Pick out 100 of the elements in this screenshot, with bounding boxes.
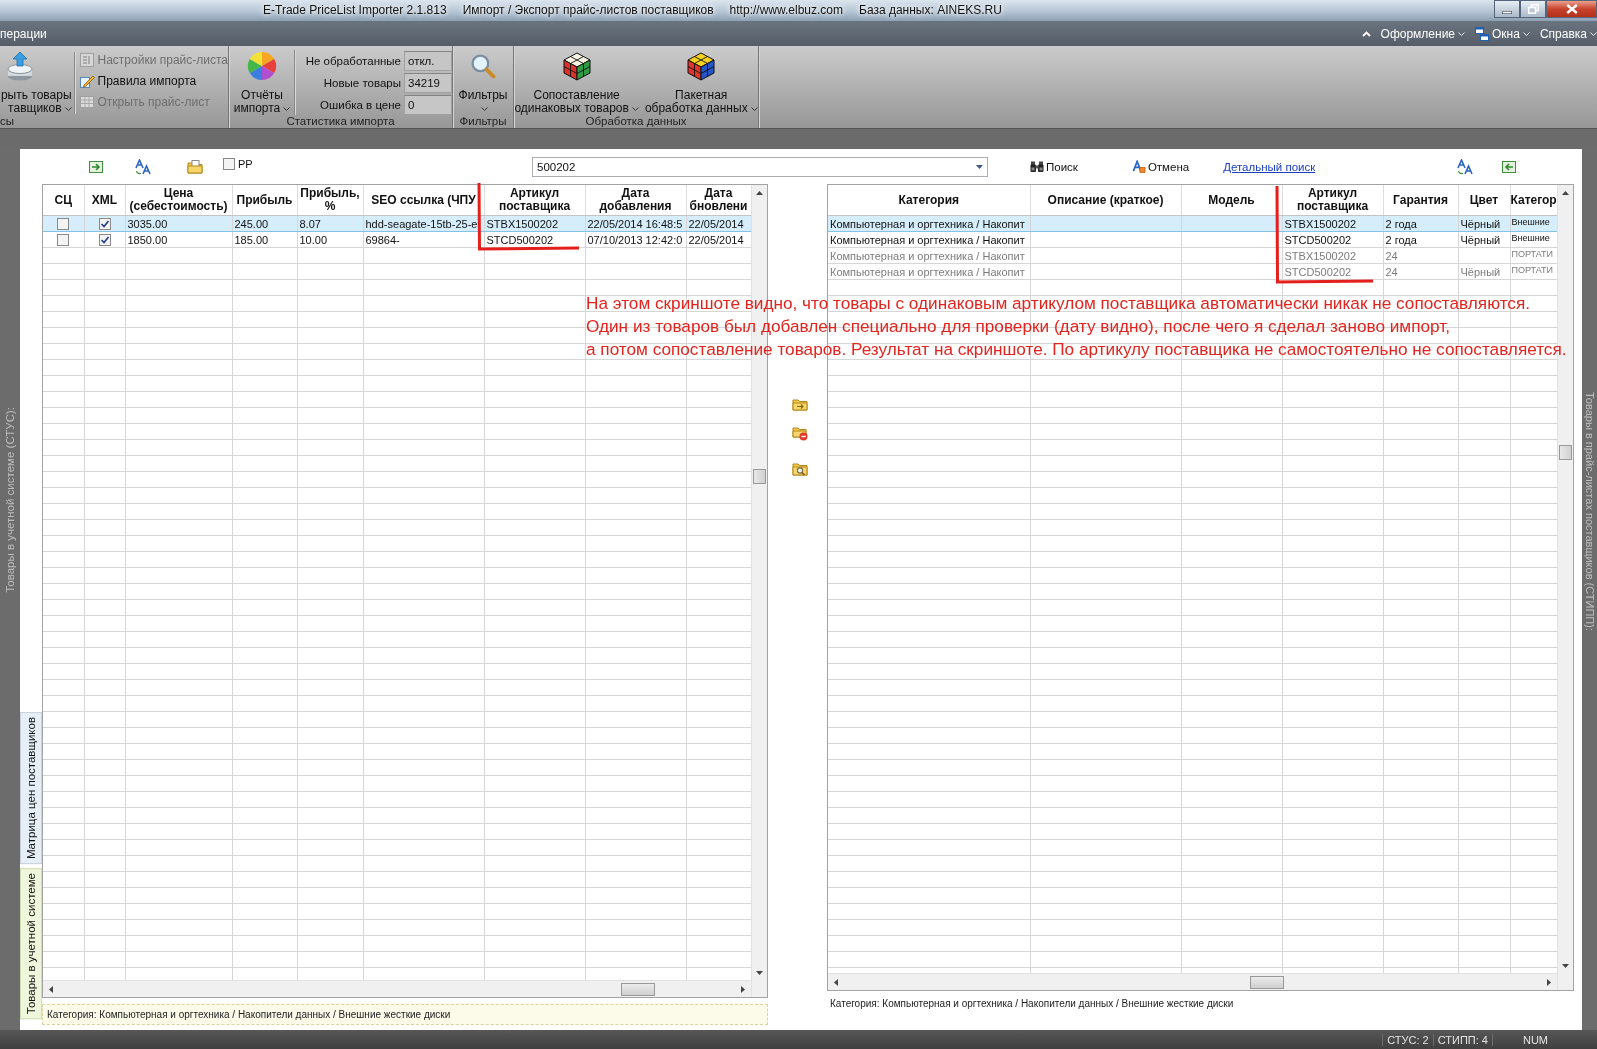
side-tab[interactable]: Матрица цен поставщиков	[20, 711, 42, 864]
column-header[interactable]: SEO ссылка (ЧПУ	[363, 185, 484, 216]
window-title: E-Trade PriceList Importer 2.1.813	[263, 3, 447, 17]
sheet-icon	[78, 52, 95, 68]
table-cell: STCD500202	[1282, 231, 1383, 248]
detailed-search-link[interactable]: Детальный поиск	[1223, 160, 1316, 173]
restore-icon	[1527, 4, 1539, 14]
checkbox-label[interactable]: РР	[238, 157, 253, 170]
toolbar-button[interactable]: Отмена	[1131, 160, 1190, 173]
arrow-box-icon[interactable]	[1501, 158, 1518, 175]
table-row[interactable]: Компьютерная и оргтехника / Накопит STBX1500202 24 ПОРТАТИ	[828, 247, 1557, 264]
annotation-text: а потом сопоставление товаров. Результат на скриншоте. По артикулу поставщика не самостоятельно не сопоставляется.	[586, 338, 1567, 361]
column-header[interactable]: Дата добавления	[585, 185, 686, 216]
table-row[interactable]: Компьютерная и оргтехника / Накопит STBX1500202 2 года Чёрный Внешние	[828, 215, 1557, 232]
column-header[interactable]: Модель	[1181, 185, 1282, 216]
folder-icon[interactable]	[791, 396, 808, 412]
column-header[interactable]: Описание (краткое)	[1030, 185, 1181, 216]
scrollbar-thumb[interactable]	[753, 469, 766, 484]
menu-button[interactable]: Справка	[1539, 23, 1597, 44]
font-icon[interactable]	[135, 158, 151, 175]
status-text: СТУС: 2	[1382, 1033, 1433, 1046]
table-cell: 07/10/2013 12:42:0	[585, 231, 686, 248]
checkbox[interactable]	[57, 233, 70, 246]
column-header[interactable]: Артикул поставщика	[484, 185, 585, 216]
table-cell: 1850.00	[125, 231, 232, 248]
column-header[interactable]: СЦ	[43, 185, 84, 216]
status-text: СТИПП: 4	[1432, 1033, 1492, 1046]
scroll-left-icon[interactable]	[49, 985, 53, 993]
checkbox[interactable]	[98, 217, 111, 230]
pie-chart-icon	[247, 51, 277, 81]
scrollbar-thumb[interactable]	[621, 982, 655, 996]
table-row[interactable]: 3035.00 245.00 8.07 hdd-seagate-15tb-25-e STBX1500202 22/05/2014 16:48:5 22/05/2014	[43, 215, 751, 232]
checkbox[interactable]	[57, 217, 70, 230]
ribbon-button[interactable]: рыть товары тавщиков	[0, 50, 72, 115]
scroll-down-icon[interactable]	[756, 971, 763, 975]
menu-button[interactable]: Оформление	[1380, 23, 1466, 44]
table-cell: 69864-	[363, 231, 484, 248]
group-label: Обработка данных	[584, 115, 688, 128]
table-cell: STCD500202	[484, 231, 585, 248]
table-cell: Чёрный	[1458, 263, 1510, 280]
scroll-left-icon[interactable]	[834, 978, 838, 986]
checkbox[interactable]	[98, 233, 111, 246]
column-header[interactable]: Гарантия	[1383, 185, 1458, 216]
column-header[interactable]: Артикул поставщика	[1282, 185, 1383, 216]
column-header[interactable]: Прибыль	[232, 185, 297, 216]
dropdown-icon[interactable]	[976, 164, 983, 169]
ribbon-button[interactable]: Фильтры	[455, 50, 511, 115]
stat-value-field: 0	[404, 94, 452, 115]
stat-label: Ошибка в цене	[319, 98, 402, 111]
collapse-icon[interactable]	[1361, 30, 1371, 37]
group-label: Статистика импорта	[285, 115, 396, 128]
search-field[interactable]: 500202	[532, 156, 988, 177]
arrow-box-icon[interactable]	[88, 158, 104, 175]
scrollbar-thumb[interactable]	[1559, 445, 1572, 460]
window-title: Импорт / Экспорт прайс-листов поставщиков	[462, 3, 714, 17]
folder-minus-icon[interactable]	[791, 425, 808, 441]
table-cell: Компьютерная и оргтехника / Накопит	[828, 247, 1030, 264]
menu-button[interactable]: Окна	[1475, 23, 1530, 44]
column-header[interactable]: Прибыль, %	[297, 185, 363, 216]
side-tab[interactable]: Товары в учетной системе	[20, 867, 42, 1019]
stat-label: Не обработанные	[304, 54, 402, 67]
cube-icon	[561, 51, 592, 81]
folder-search-icon[interactable]	[791, 461, 808, 477]
horizontal-scrollbar[interactable]	[43, 980, 751, 997]
restore-button[interactable]	[1520, 0, 1546, 18]
group-label: Фильтры	[458, 115, 508, 128]
stat-value-field: 34219	[404, 72, 452, 93]
scroll-up-icon[interactable]	[756, 191, 763, 195]
category-path: Категория: Компьютерная и оргтехника / Накопители данных / Внешние жесткие диски	[829, 997, 1235, 1010]
scroll-right-icon[interactable]	[1547, 978, 1551, 986]
close-button[interactable]	[1546, 0, 1597, 18]
scroll-up-icon[interactable]	[1562, 191, 1569, 195]
column-header[interactable]: XML	[84, 185, 125, 216]
horizontal-scrollbar[interactable]	[828, 973, 1557, 990]
ribbon-button[interactable]: Правила импорта	[78, 72, 228, 90]
scroll-down-icon[interactable]	[1562, 964, 1569, 968]
ribbon-tab[interactable]: перации	[0, 23, 51, 44]
ribbon-button[interactable]: Отчёты импорта	[231, 50, 293, 115]
font-eraser-icon	[1131, 160, 1146, 173]
column-header[interactable]: Цвет	[1458, 185, 1510, 216]
table-row[interactable]: Компьютерная и оргтехника / Накопит STCD500202 24 Чёрный ПОРТАТИ	[828, 263, 1557, 280]
minimize-button[interactable]	[1494, 0, 1520, 18]
column-header[interactable]: Цена (себестоимость)	[125, 185, 232, 216]
annotation-text: Один из товаров был добавлен специально для проверки (дату видно), после чего я сделал заново импорт,	[586, 315, 1451, 338]
toolbar-button[interactable]: Поиск	[1030, 160, 1078, 173]
scrollbar-thumb[interactable]	[1250, 975, 1284, 989]
checkbox[interactable]	[223, 157, 235, 170]
scroll-right-icon[interactable]	[741, 985, 745, 993]
annotation-text: На этом скриншоте видно, что товары с одинаковым артикулом поставщика автоматически никак не сопоставляются.	[586, 292, 1532, 315]
table-row[interactable]: 1850.00 185.00 10.00 69864- STCD500202 07/10/2013 12:42:0 22/05/2014	[43, 231, 751, 248]
column-header[interactable]: Категория	[828, 185, 1030, 216]
table-row[interactable]: Компьютерная и оргтехника / Накопит STCD500202 2 года Чёрный Внешние	[828, 231, 1557, 248]
status-text: NUM	[1491, 1033, 1548, 1046]
ribbon-button[interactable]: Сопоставление одинаковых товаров	[511, 50, 642, 115]
side-title: Товары в учетной системе (СТУС):	[4, 407, 16, 593]
table-cell: 10.00	[297, 231, 363, 248]
minimize-icon	[1502, 10, 1512, 14]
folder-icon[interactable]	[187, 158, 203, 175]
ribbon-button[interactable]: Пакетная обработка данных	[641, 50, 761, 115]
font-icon[interactable]	[1457, 158, 1474, 175]
